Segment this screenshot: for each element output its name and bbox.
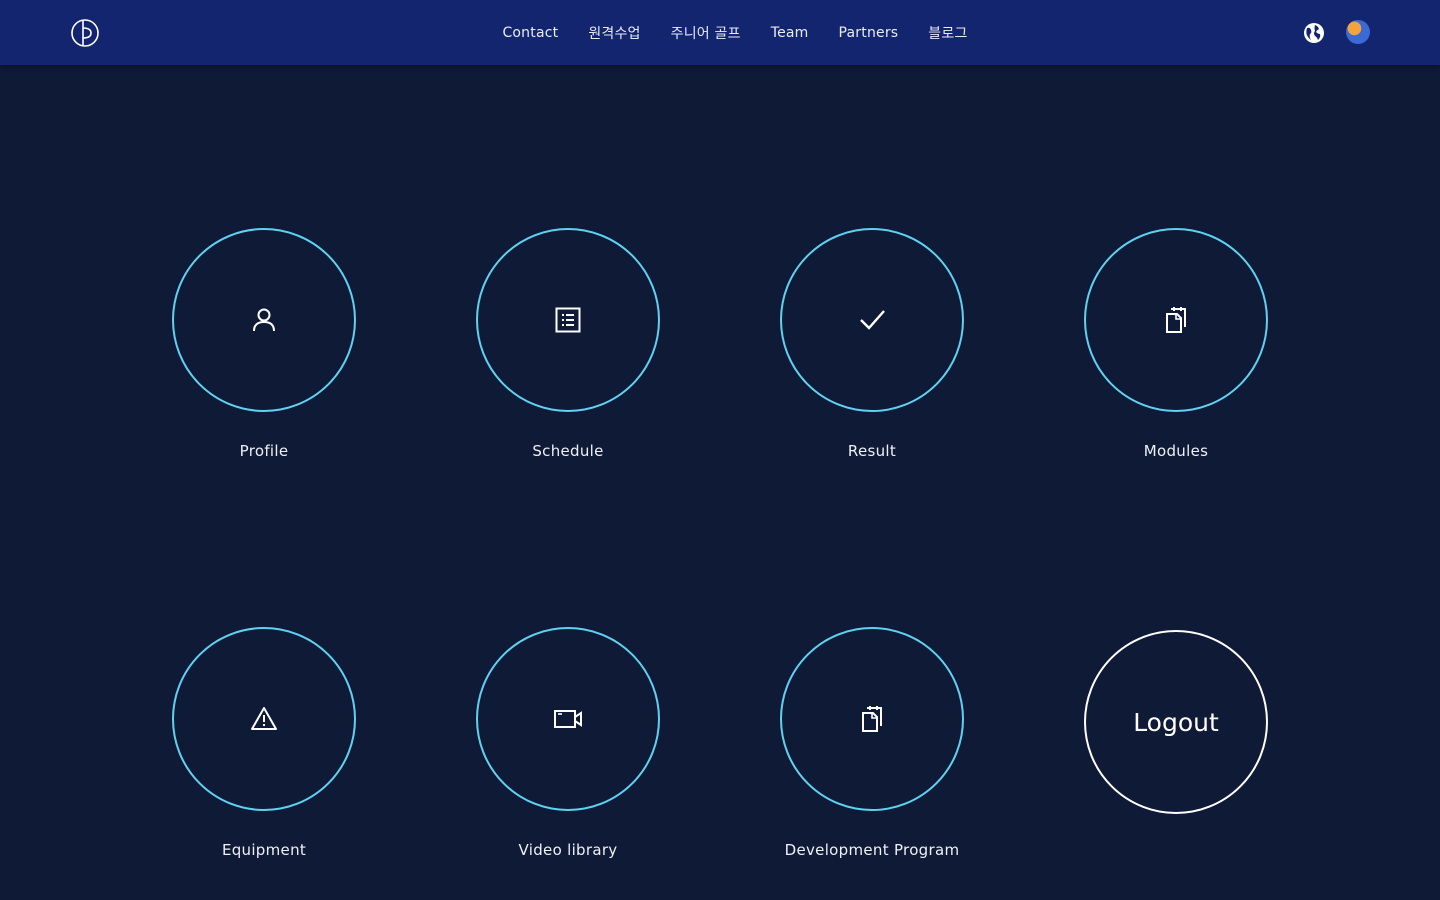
top-navigation-bar: Contact 원격수업 주니어 골프 Team Partners 블로그 [0, 0, 1440, 65]
modules-button[interactable] [1084, 228, 1268, 412]
check-icon [860, 310, 885, 330]
equipment-button[interactable] [172, 627, 356, 811]
logout-button[interactable]: Logout [1084, 630, 1268, 814]
development-program-label: Development Program [784, 841, 960, 859]
equipment-label: Equipment [221, 841, 307, 859]
tile-development-program: Development Program [742, 627, 1002, 859]
nav-junior-golf[interactable]: 주니어 골프 [671, 23, 741, 43]
schedule-button[interactable] [476, 228, 660, 412]
profile-button[interactable] [172, 228, 356, 412]
tile-video-library: Video library [438, 627, 698, 859]
result-label: Result [847, 442, 897, 460]
schedule-label: Schedule [532, 442, 604, 460]
main-nav: Contact 원격수업 주니어 골프 Team Partners 블로그 [0, 0, 1440, 65]
result-button[interactable] [780, 228, 964, 412]
user-icon [253, 308, 275, 332]
video-library-button[interactable] [476, 627, 660, 811]
documents-icon [862, 706, 882, 732]
globe-icon[interactable] [1302, 21, 1326, 45]
nav-partners[interactable]: Partners [839, 25, 899, 41]
video-icon [554, 710, 582, 728]
modules-label: Modules [1143, 442, 1209, 460]
user-avatar[interactable] [1346, 20, 1370, 44]
warning-icon [251, 707, 277, 730]
tile-modules: Modules [1046, 228, 1306, 460]
list-icon [555, 307, 581, 333]
nav-contact[interactable]: Contact [502, 25, 558, 41]
tile-schedule: Schedule [438, 228, 698, 460]
profile-label: Profile [239, 442, 289, 460]
video-library-label: Video library [518, 841, 618, 859]
tile-profile: Profile [134, 228, 394, 460]
tile-equipment: Equipment [134, 627, 394, 859]
tile-result: Result [742, 228, 1002, 460]
development-program-button[interactable] [780, 627, 964, 811]
nav-online-lessons[interactable]: 원격수업 [588, 23, 640, 43]
nav-team[interactable]: Team [771, 25, 809, 41]
documents-icon [1166, 307, 1186, 333]
nav-blog[interactable]: 블로그 [928, 23, 967, 43]
